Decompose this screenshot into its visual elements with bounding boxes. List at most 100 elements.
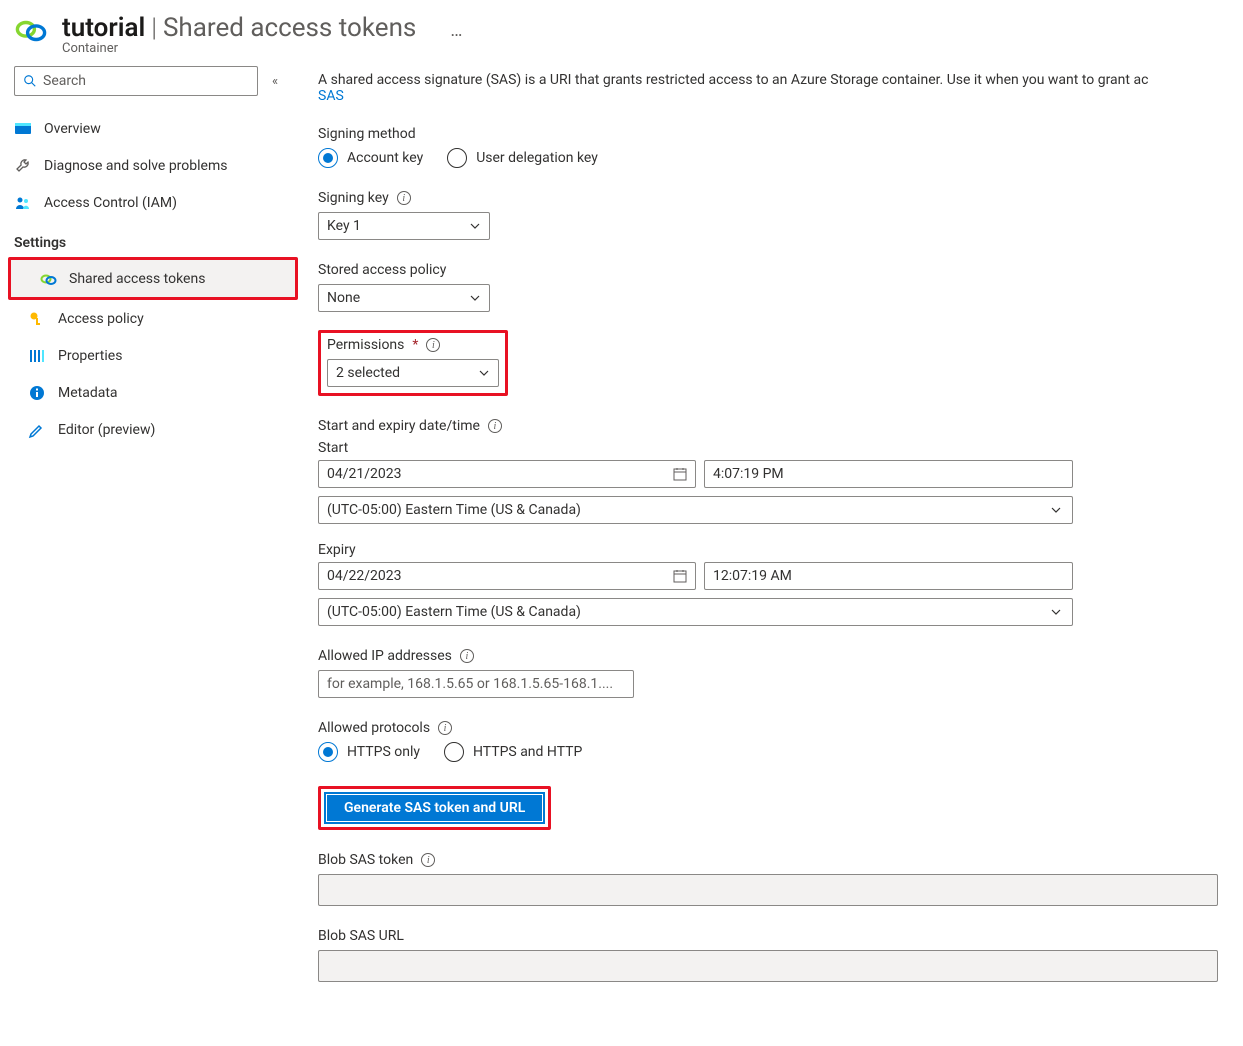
start-timezone-select[interactable]: (UTC-05:00) Eastern Time (US & Canada) [318,496,1073,524]
signing-key-select[interactable]: Key 1 [318,212,490,240]
calendar-icon [673,569,687,583]
radio-label: HTTPS only [347,744,420,760]
sidebar-item-label: Access policy [58,311,144,327]
calendar-icon [673,467,687,481]
chevron-down-icon [1050,504,1062,516]
sidebar-item-label: Properties [58,348,122,364]
allowed-protocols-label: Allowed protocols i [318,720,1243,736]
select-value: None [327,290,360,306]
properties-icon [28,347,46,365]
radio-circle-icon [318,148,338,168]
collapse-sidebar-button[interactable]: « [266,68,284,95]
highlight-permissions: Permissions * i 2 selected [318,330,508,396]
signing-key-label: Signing key i [318,190,1243,206]
radio-label: User delegation key [476,150,598,166]
allowed-ip-input[interactable]: for example, 168.1.5.65 or 168.1.5.65-16… [318,670,634,698]
chevron-down-icon [1050,606,1062,618]
highlight-generate-button: Generate SAS token and URL [318,786,551,830]
sidebar-item-label: Diagnose and solve problems [44,158,227,174]
info-icon [28,384,46,402]
radio-circle-icon [447,148,467,168]
sidebar-item-metadata[interactable]: Metadata [0,374,298,411]
sidebar-item-editor[interactable]: Editor (preview) [0,411,298,448]
info-icon[interactable]: i [426,338,440,352]
title-sub: Shared access tokens [163,13,416,43]
sas-link[interactable]: SAS [318,88,344,104]
signing-method-label: Signing method [318,126,1243,142]
permissions-label: Permissions * i [327,337,499,353]
key-icon [28,310,46,328]
info-icon[interactable]: i [488,419,502,433]
stored-policy-label: Stored access policy [318,262,1243,278]
sidebar-item-overview[interactable]: Overview [0,110,298,147]
page-header: tutorial | Shared access tokens … Contai… [0,0,1243,62]
title-main: tutorial [62,13,145,43]
select-value: (UTC-05:00) Eastern Time (US & Canada) [327,604,581,620]
required-star-icon: * [412,337,418,353]
sidebar-item-label: Shared access tokens [69,271,205,287]
stored-policy-select[interactable]: None [318,284,490,312]
chevron-down-icon [469,220,481,232]
highlight-shared-access-tokens: Shared access tokens [8,257,298,300]
sidebar-item-shared-access-tokens[interactable]: Shared access tokens [11,260,295,297]
start-label: Start [318,440,1243,456]
sas-url-output[interactable] [318,950,1218,982]
link-icon [39,270,57,288]
info-icon[interactable]: i [460,649,474,663]
radio-user-delegation-key[interactable]: User delegation key [447,148,598,168]
search-icon [23,74,37,88]
chevron-down-icon [478,367,490,379]
search-input[interactable]: Search [14,66,258,96]
select-value: (UTC-05:00) Eastern Time (US & Canada) [327,502,581,518]
generate-sas-button[interactable]: Generate SAS token and URL [324,792,545,824]
info-icon[interactable]: i [397,191,411,205]
allowed-protocols-group: HTTPS only HTTPS and HTTP [318,742,1243,762]
chevron-down-icon [469,292,481,304]
sidebar-item-access-policy[interactable]: Access policy [0,300,298,337]
overview-icon [14,120,32,138]
pencil-icon [28,421,46,439]
expiry-date-input[interactable]: 04/22/2023 [318,562,696,590]
expiry-timezone-select[interactable]: (UTC-05:00) Eastern Time (US & Canada) [318,598,1073,626]
radio-label: HTTPS and HTTP [473,744,582,760]
input-value: 4:07:19 PM [713,466,784,482]
input-value: 04/22/2023 [327,568,402,584]
sidebar-item-label: Overview [44,121,101,137]
sidebar-item-label: Editor (preview) [58,422,155,438]
sidebar-item-diagnose[interactable]: Diagnose and solve problems [0,147,298,184]
sidebar-item-properties[interactable]: Properties [0,337,298,374]
input-value: 04/21/2023 [327,466,402,482]
radio-https-only[interactable]: HTTPS only [318,742,420,762]
sidebar-item-label: Access Control (IAM) [44,195,177,211]
radio-label: Account key [347,150,423,166]
main-content: A shared access signature (SAS) is a URI… [298,62,1243,1022]
sas-token-label: Blob SAS token i [318,852,1243,868]
start-date-input[interactable]: 04/21/2023 [318,460,696,488]
expiry-time-input[interactable]: 12:07:19 AM [704,562,1073,590]
input-value: 12:07:19 AM [713,568,792,584]
permissions-select[interactable]: 2 selected [327,359,499,387]
sidebar-item-label: Metadata [58,385,118,401]
search-placeholder: Search [43,73,86,89]
start-time-input[interactable]: 4:07:19 PM [704,460,1073,488]
expiry-label: Expiry [318,542,1243,558]
sidebar-item-iam[interactable]: Access Control (IAM) [0,184,298,221]
description-text: A shared access signature (SAS) is a URI… [318,72,1243,104]
signing-method-group: Account key User delegation key [318,148,1243,168]
select-value: Key 1 [327,218,361,234]
select-value: 2 selected [336,365,400,381]
sas-url-label: Blob SAS URL [318,928,1243,944]
datetime-section-label: Start and expiry date/time i [318,418,1243,434]
info-icon[interactable]: i [438,721,452,735]
resource-type-label: Container [62,41,464,56]
info-icon[interactable]: i [421,853,435,867]
sidebar-heading-settings: Settings [0,221,298,257]
radio-account-key[interactable]: Account key [318,148,423,168]
sidebar: Search « Overview Diagnose and solve pro… [0,62,298,1022]
radio-https-and-http[interactable]: HTTPS and HTTP [444,742,582,762]
people-icon [14,194,32,212]
more-actions-button[interactable]: … [450,20,464,41]
radio-circle-icon [444,742,464,762]
title-separator: | [151,13,157,43]
sas-token-output[interactable] [318,874,1218,906]
